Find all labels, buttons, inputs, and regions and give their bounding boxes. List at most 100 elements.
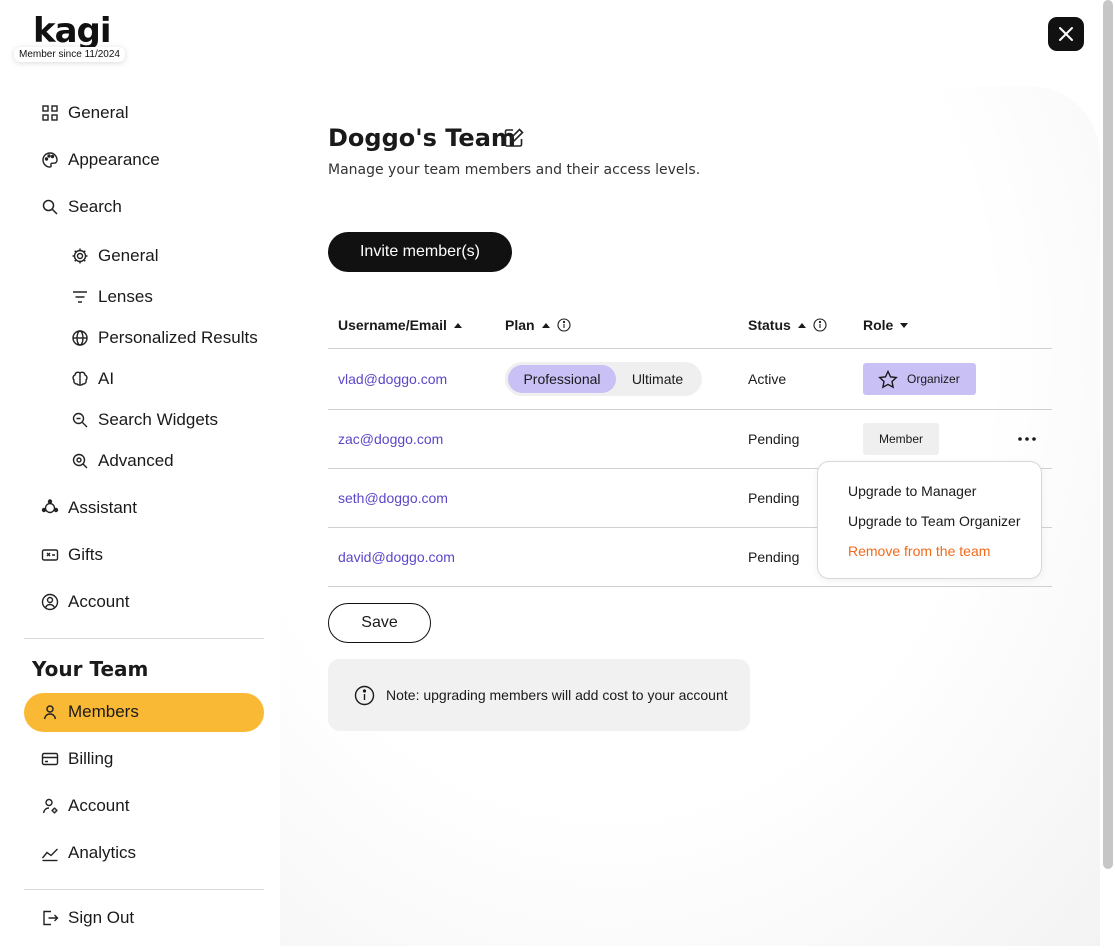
cost-note: Note: upgrading members will add cost to… xyxy=(328,659,750,731)
sidebar-item-label: Search Widgets xyxy=(98,410,218,429)
more-dots-icon xyxy=(1018,437,1036,441)
sidebar-item-label: Members xyxy=(68,702,139,721)
column-header-plan[interactable]: Plan xyxy=(505,317,571,333)
sidebar-item-members[interactable]: Members xyxy=(40,700,139,724)
table-divider xyxy=(328,586,1052,587)
sidebar-item-appearance[interactable]: Appearance xyxy=(40,148,160,172)
member-status: Pending xyxy=(748,431,800,447)
note-text: Note: upgrading members will add cost to… xyxy=(386,687,728,703)
member-since-badge: Member since 11/2024 xyxy=(14,47,125,62)
page-title: Doggo's Team xyxy=(328,124,516,152)
member-status: Pending xyxy=(748,549,800,565)
sidebar-item-label: Billing xyxy=(68,749,114,768)
column-header-status[interactable]: Status xyxy=(748,317,827,333)
globe-icon xyxy=(70,328,90,348)
row-more-options-button[interactable] xyxy=(1013,430,1041,448)
assistant-icon xyxy=(40,498,60,518)
member-email-link[interactable]: zac@doggo.com xyxy=(338,431,443,447)
palette-icon xyxy=(40,150,60,170)
plan-option-professional[interactable]: Professional xyxy=(508,365,616,393)
sort-down-icon xyxy=(900,323,909,328)
sidebar-subitem-advanced[interactable]: Advanced xyxy=(70,449,174,473)
role-member-button[interactable]: Member xyxy=(863,423,939,455)
menu-item-upgrade-manager[interactable]: Upgrade to Manager xyxy=(848,483,976,499)
column-header-label: Username/Email xyxy=(338,317,447,333)
sidebar-item-label: General xyxy=(68,103,129,122)
user-gear-icon xyxy=(40,796,60,816)
credit-card-icon xyxy=(40,749,60,769)
sidebar-item-general[interactable]: General xyxy=(40,101,128,125)
info-icon xyxy=(354,685,375,705)
close-icon xyxy=(1059,27,1073,41)
edit-team-name-button[interactable] xyxy=(503,127,525,149)
user-circle-icon xyxy=(40,592,60,612)
table-divider xyxy=(328,409,1052,410)
sidebar-item-search[interactable]: Search xyxy=(40,195,122,219)
person-icon xyxy=(40,702,60,722)
brain-icon xyxy=(70,369,90,389)
sign-out-icon xyxy=(40,908,60,928)
sidebar-subitem-personalized-results[interactable]: Personalized Results xyxy=(70,326,258,350)
menu-item-remove[interactable]: Remove from the team xyxy=(848,543,990,559)
star-icon xyxy=(878,369,898,389)
sidebar-divider xyxy=(24,889,264,890)
member-email-link[interactable]: david@doggo.com xyxy=(338,549,455,565)
page-subtitle: Manage your team members and their acces… xyxy=(328,162,701,178)
sort-up-icon xyxy=(453,323,462,328)
sidebar-item-label: Lenses xyxy=(98,287,153,306)
sidebar-item-label: Personalized Results xyxy=(98,328,258,347)
column-header-user[interactable]: Username/Email xyxy=(338,317,463,333)
search-widget-icon xyxy=(70,410,90,430)
gear-icon xyxy=(70,246,90,266)
member-status: Pending xyxy=(748,490,800,506)
member-email-link[interactable]: seth@doggo.com xyxy=(338,490,448,506)
grid-icon xyxy=(40,103,60,123)
info-icon[interactable] xyxy=(813,318,827,332)
close-button[interactable] xyxy=(1048,17,1084,51)
sidebar-item-team-account[interactable]: Account xyxy=(40,794,129,818)
member-options-menu: Upgrade to Manager Upgrade to Team Organ… xyxy=(817,461,1042,579)
plan-option-ultimate[interactable]: Ultimate xyxy=(616,365,699,393)
sidebar-item-account[interactable]: Account xyxy=(40,590,129,614)
sidebar-item-label: General xyxy=(98,246,159,265)
sidebar-item-label: Analytics xyxy=(68,843,137,862)
sidebar-item-analytics[interactable]: Analytics xyxy=(40,841,136,865)
sidebar-item-gifts[interactable]: Gifts xyxy=(40,543,103,567)
column-header-label: Plan xyxy=(505,317,535,333)
sidebar-subitem-lenses[interactable]: Lenses xyxy=(70,285,153,309)
team-section-title: Your Team xyxy=(32,657,149,681)
sign-out-label: Sign Out xyxy=(68,908,135,927)
filter-icon xyxy=(70,287,90,307)
chart-line-icon xyxy=(40,843,60,863)
advanced-gear-icon xyxy=(70,451,90,471)
sidebar-item-label: Advanced xyxy=(98,451,174,470)
table-divider xyxy=(328,348,1052,349)
save-button[interactable]: Save xyxy=(328,603,431,643)
role-organizer-button[interactable]: Organizer xyxy=(863,363,976,395)
sidebar-subitem-search-general[interactable]: General xyxy=(70,244,158,268)
kagi-logo: kagi xyxy=(33,11,112,51)
sidebar-item-billing[interactable]: Billing xyxy=(40,747,113,771)
sidebar-divider xyxy=(24,638,264,639)
sidebar-item-label: Search xyxy=(68,197,122,216)
sign-out-button[interactable]: Sign Out xyxy=(40,906,134,930)
sort-up-icon xyxy=(541,323,550,328)
sidebar-subitem-search-widgets[interactable]: Search Widgets xyxy=(70,408,218,432)
info-icon[interactable] xyxy=(557,318,571,332)
column-header-label: Status xyxy=(748,317,791,333)
gift-card-icon xyxy=(40,545,60,565)
member-status: Active xyxy=(748,371,787,387)
sidebar-item-label: Assistant xyxy=(68,498,137,517)
sidebar-subitem-ai[interactable]: AI xyxy=(70,367,114,391)
member-email-link[interactable]: vlad@doggo.com xyxy=(338,371,447,387)
sidebar-item-label: Appearance xyxy=(68,150,160,169)
invite-members-button[interactable]: Invite member(s) xyxy=(328,232,512,272)
column-header-role[interactable]: Role xyxy=(863,317,909,333)
role-label: Organizer xyxy=(907,372,960,386)
pencil-icon xyxy=(504,128,524,147)
search-icon xyxy=(40,197,60,217)
menu-item-upgrade-organizer[interactable]: Upgrade to Team Organizer xyxy=(848,513,1021,529)
scrollbar[interactable] xyxy=(1103,0,1113,869)
sidebar-item-label: Account xyxy=(68,796,130,815)
sidebar-item-assistant[interactable]: Assistant xyxy=(40,496,137,520)
